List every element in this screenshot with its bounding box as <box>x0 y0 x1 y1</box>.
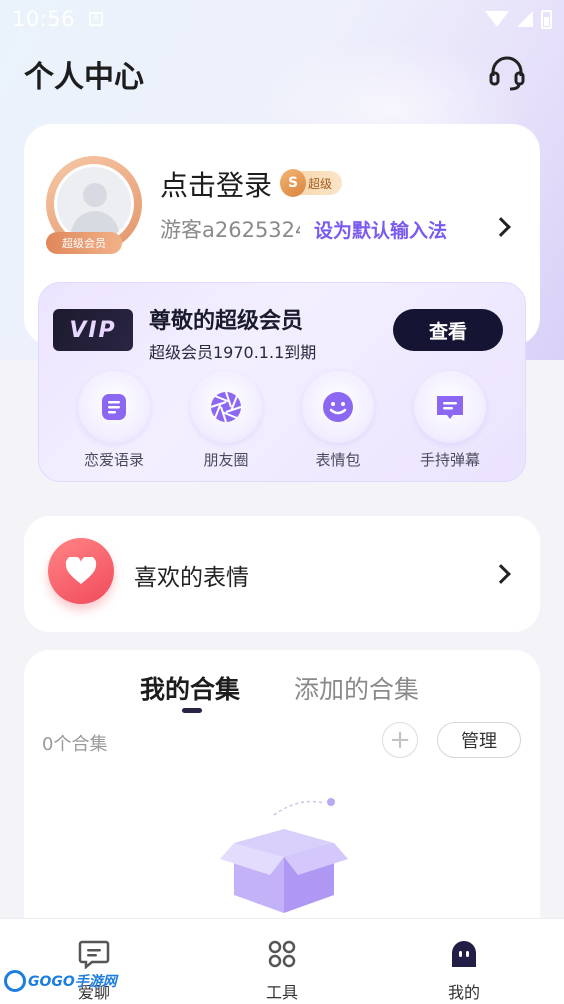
tool-label: 恋爱语录 <box>83 451 144 469</box>
vip-expiry: 超级会员1970.1.1到期 <box>149 343 317 362</box>
watermark-logo-icon <box>4 970 26 992</box>
chevron-right-icon[interactable] <box>491 564 511 584</box>
vip-card: VIP 尊敬的超级会员 超级会员1970.1.1到期 查看 恋爱语录 朋友圈 表… <box>38 282 526 482</box>
watermark: GOGO手游网 <box>4 966 117 996</box>
collection-count: 0个合集 <box>42 734 108 755</box>
avatar-ribbon: 超级会员 <box>46 232 122 254</box>
chevron-right-icon[interactable] <box>491 217 511 237</box>
tab-tools[interactable]: 工具 <box>232 939 332 1003</box>
vip-view-button[interactable]: 查看 <box>393 309 503 351</box>
collections-card: 我的合集 添加的合集 0个合集 + 管理 <box>24 650 540 950</box>
tool-label: 手持弹幕 <box>419 451 480 469</box>
tool-label: 朋友圈 <box>203 451 249 469</box>
manage-button[interactable]: 管理 <box>437 722 521 758</box>
tab-label: 我的 <box>447 983 480 1002</box>
tab-mine[interactable]: 我的 <box>414 939 514 1003</box>
tool-label: 表情包 <box>315 451 361 469</box>
vip-logo: VIP <box>53 309 133 351</box>
favorite-stickers-label: 喜欢的表情 <box>134 565 249 591</box>
notification-icon: A <box>89 12 104 26</box>
signal-icon <box>517 11 533 27</box>
headset-icon[interactable] <box>488 54 526 92</box>
guest-id: 游客a2625324 <box>160 218 300 242</box>
page-title: 个人中心 <box>24 60 144 95</box>
aperture-icon <box>210 391 242 423</box>
super-badge-label: 超级 <box>308 176 333 191</box>
tool-moments[interactable]: 朋友圈 <box>181 371 271 470</box>
empty-box-illustration <box>220 798 348 913</box>
tab-label: 工具 <box>265 983 298 1002</box>
favorite-stickers-row[interactable]: 喜欢的表情 <box>24 516 540 632</box>
tool-icon-circle <box>78 371 150 443</box>
tool-icon-circle <box>302 371 374 443</box>
set-default-ime-link[interactable]: 设为默认输入法 <box>314 216 447 243</box>
tool-icon-circle <box>190 371 262 443</box>
wifi-icon <box>485 11 509 27</box>
grid-icon <box>268 940 296 968</box>
tool-stickers[interactable]: 表情包 <box>293 371 383 470</box>
status-icons <box>485 9 552 29</box>
watermark-text: GOGO手游网 <box>28 974 117 990</box>
tool-icon-circle <box>414 371 486 443</box>
message-icon <box>437 396 463 419</box>
heart-icon-circle <box>48 538 114 604</box>
smiley-icon <box>323 392 353 422</box>
vip-title: 尊敬的超级会员 <box>149 309 304 334</box>
heart-icon <box>65 557 97 584</box>
tool-love-quotes[interactable]: 恋爱语录 <box>69 371 159 470</box>
super-badge-icon: S <box>280 169 306 197</box>
notes-icon <box>102 394 126 420</box>
status-bar: 10:56 A <box>0 0 564 38</box>
tool-led-banner[interactable]: 手持弹幕 <box>405 371 495 470</box>
tab-my-collections[interactable]: 我的合集 <box>140 670 240 706</box>
tab-added-collections[interactable]: 添加的合集 <box>294 670 419 706</box>
chat-icon <box>78 940 110 970</box>
tab-indicator <box>182 708 202 713</box>
ghost-icon <box>452 941 476 967</box>
add-collection-button[interactable]: + <box>382 722 418 758</box>
avatar-head <box>83 183 107 207</box>
super-member-badge: S 超级 <box>280 169 343 197</box>
status-time: 10:56 <box>12 7 76 31</box>
battery-icon <box>541 9 552 29</box>
login-button[interactable]: 点击登录 <box>160 164 272 204</box>
